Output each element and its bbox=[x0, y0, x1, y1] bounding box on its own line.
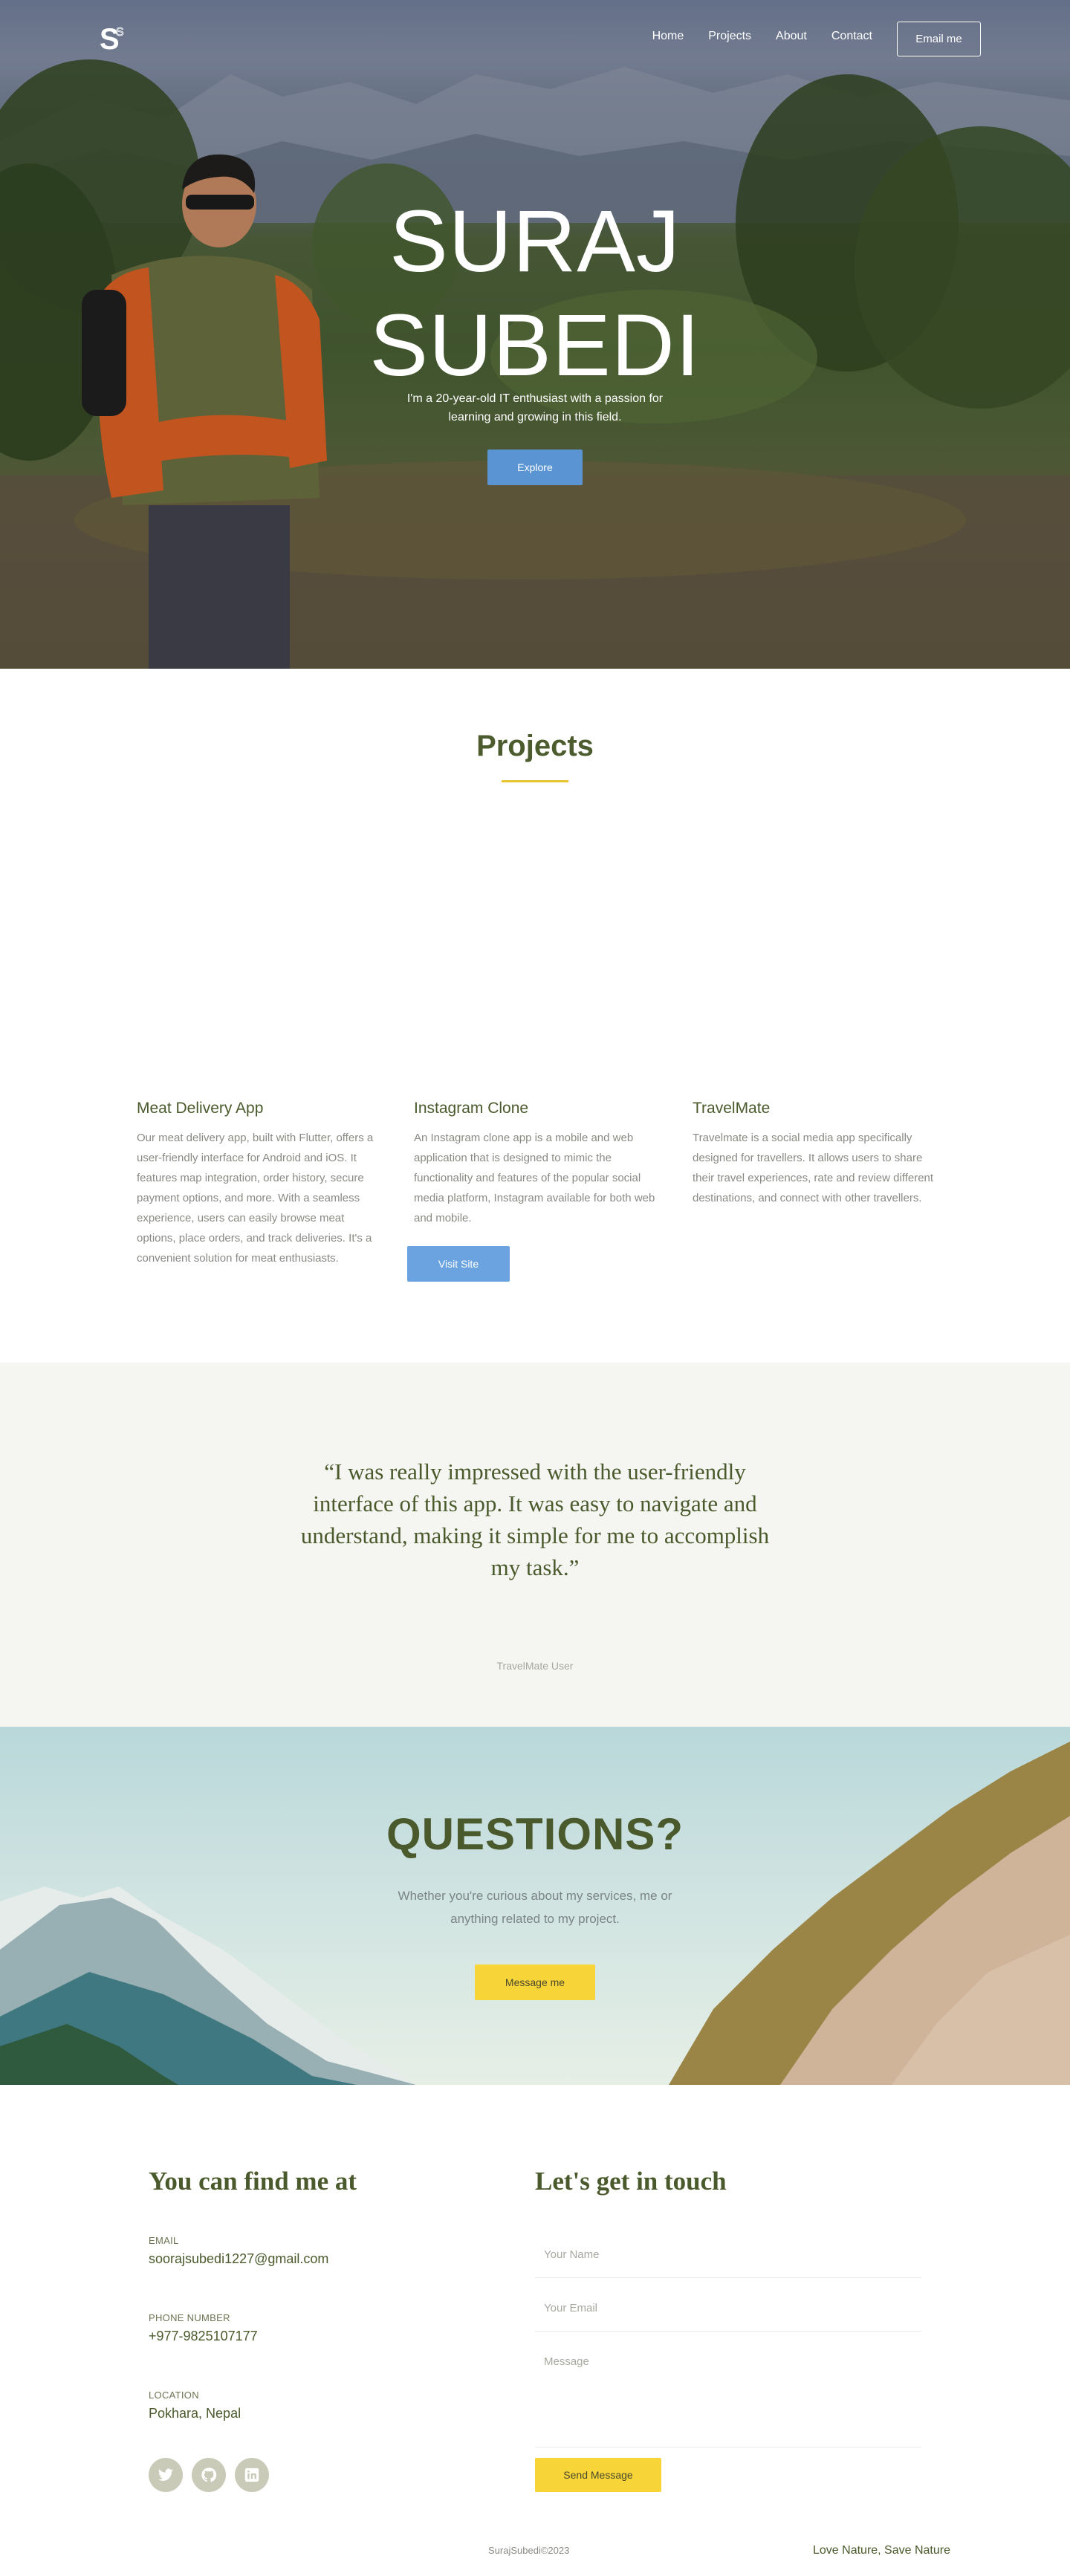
hero-section: S S Home Projects About Contact Email me… bbox=[0, 0, 1070, 669]
nav-link-about[interactable]: About bbox=[776, 30, 807, 43]
twitter-icon bbox=[158, 2468, 174, 2481]
footer-motto: Love Nature, Save Nature bbox=[813, 2544, 950, 2557]
project-description: Our meat delivery app, built with Flutte… bbox=[137, 1132, 374, 1265]
email-placeholder: Your Email bbox=[544, 2302, 597, 2314]
testimonial-quote: “I was really impressed with the user-fr… bbox=[300, 1459, 770, 1580]
project-description: An Instagram clone app is a mobile and w… bbox=[414, 1132, 655, 1224]
hero-subtitle: I'm a 20-year-old IT enthusiast with a p… bbox=[406, 392, 664, 424]
location-label: LOCATION bbox=[149, 2390, 199, 2401]
projects-section: Projects Meat Delivery App Our meat deli… bbox=[0, 669, 1070, 1363]
hero-title-line-1: SURAJ bbox=[389, 192, 681, 291]
project-description: Travelmate is a social media app specifi… bbox=[693, 1132, 934, 1204]
get-in-touch-title: Let's get in touch bbox=[535, 2167, 727, 2196]
email-label: EMAIL bbox=[149, 2235, 179, 2246]
hero-title-line-2: SUBEDI bbox=[369, 296, 701, 395]
nav-link-contact[interactable]: Contact bbox=[831, 30, 872, 43]
send-message-button[interactable]: Send Message bbox=[535, 2458, 661, 2492]
email-me-button[interactable]: Email me bbox=[897, 22, 981, 56]
projects-title: Projects bbox=[476, 730, 594, 762]
testimonial-author: TravelMate User bbox=[496, 1660, 574, 1672]
linkedin-icon bbox=[244, 2468, 259, 2482]
project-title: Instagram Clone bbox=[414, 1100, 529, 1117]
email-field[interactable]: Your Email bbox=[535, 2287, 921, 2332]
project-card-meat-delivery: Meat Delivery App Our meat delivery app,… bbox=[137, 1100, 382, 1268]
message-field[interactable]: Message bbox=[535, 2340, 921, 2447]
project-title: TravelMate bbox=[693, 1100, 771, 1117]
copyright-text: SurajSubedi©2023 bbox=[488, 2545, 570, 2556]
questions-title: QUESTIONS? bbox=[386, 1809, 684, 1859]
nav-links: Home Projects About Contact bbox=[652, 30, 872, 43]
questions-subtitle: Whether you're curious about my services… bbox=[398, 1889, 672, 1926]
contact-section: You can find me at EMAIL soorajsubedi122… bbox=[0, 2085, 1070, 2576]
phone-label: PHONE NUMBER bbox=[149, 2312, 230, 2323]
project-title: Meat Delivery App bbox=[137, 1100, 264, 1117]
linkedin-button[interactable] bbox=[235, 2458, 269, 2492]
message-me-button[interactable]: Message me bbox=[475, 1965, 595, 2000]
github-icon bbox=[201, 2468, 217, 2482]
testimonial-section: “I was really impressed with the user-fr… bbox=[0, 1363, 1070, 1727]
find-me-title: You can find me at bbox=[149, 2167, 357, 2196]
phone-value[interactable]: +977-9825107177 bbox=[149, 2329, 258, 2344]
svg-text:S: S bbox=[116, 26, 124, 39]
visit-site-button[interactable]: Visit Site bbox=[407, 1246, 510, 1282]
site-logo[interactable]: S S bbox=[100, 22, 135, 53]
twitter-button[interactable] bbox=[149, 2458, 183, 2492]
location-value: Pokhara, Nepal bbox=[149, 2406, 241, 2421]
questions-section: QUESTIONS? Whether you're curious about … bbox=[0, 1727, 1070, 2085]
top-navigation: S S Home Projects About Contact Email me bbox=[0, 0, 1070, 77]
project-card-travelmate: TravelMate Travelmate is a social media … bbox=[693, 1100, 938, 1208]
explore-button[interactable]: Explore bbox=[487, 450, 583, 485]
name-placeholder: Your Name bbox=[544, 2248, 600, 2261]
projects-title-underline bbox=[502, 780, 568, 782]
nav-link-home[interactable]: Home bbox=[652, 30, 684, 43]
project-card-instagram-clone: Instagram Clone An Instagram clone app i… bbox=[414, 1100, 659, 1228]
message-placeholder: Message bbox=[544, 2355, 589, 2368]
nav-link-projects[interactable]: Projects bbox=[708, 30, 751, 43]
email-value[interactable]: soorajsubedi1227@gmail.com bbox=[149, 2251, 328, 2267]
github-button[interactable] bbox=[192, 2458, 226, 2492]
hero-title: SURAJ SUBEDI bbox=[0, 189, 1070, 398]
name-field[interactable]: Your Name bbox=[535, 2233, 921, 2278]
